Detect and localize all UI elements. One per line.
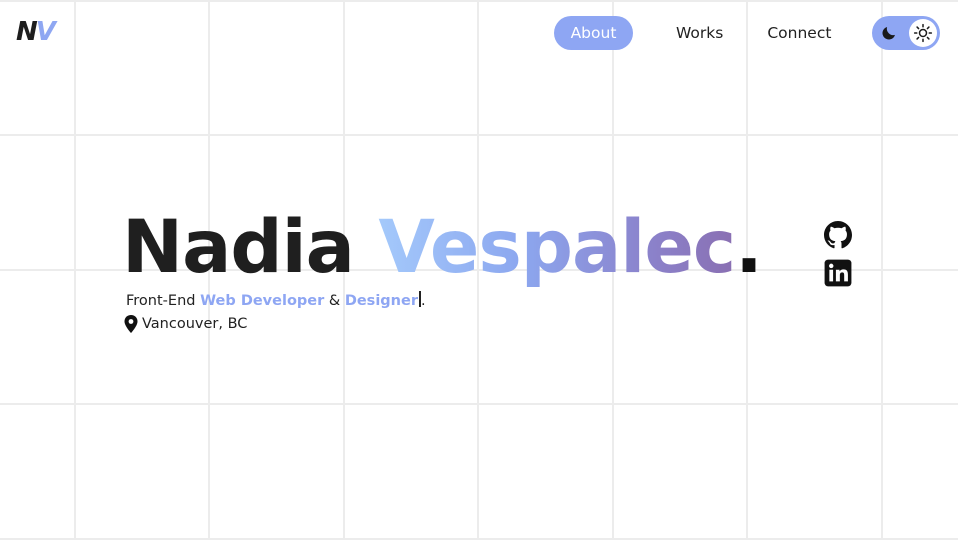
main-nav: About Works Connect	[554, 16, 845, 50]
location: Vancouver, BC	[124, 315, 247, 333]
theme-toggle[interactable]	[872, 16, 940, 50]
hero-first-name: Nadia	[122, 205, 355, 290]
tagline-conjunction: &	[324, 293, 345, 309]
linkedin-icon[interactable]	[824, 259, 852, 287]
moon-icon	[882, 27, 895, 40]
logo-letter-n: N	[16, 17, 38, 47]
hero-period: .	[735, 205, 763, 290]
tagline-end: .	[420, 293, 426, 309]
sun-icon	[913, 23, 933, 43]
github-icon[interactable]	[824, 221, 852, 249]
theme-toggle-knob	[909, 19, 937, 47]
nav-about[interactable]: About	[554, 16, 633, 50]
tagline-role-designer: Designer	[344, 293, 418, 309]
tagline-role-web-developer: Web Developer	[200, 293, 325, 309]
hero-name: Nadia Vespalec.	[122, 198, 763, 298]
tagline: Front-End Web Developer & Designer.	[126, 291, 426, 311]
hero-last-name: Vespalec	[378, 205, 736, 290]
nav-connect[interactable]: Connect	[753, 16, 845, 50]
nav-works[interactable]: Works	[662, 16, 737, 50]
tagline-prefix: Front-End	[126, 293, 201, 309]
logo-letter-v: V	[35, 17, 56, 47]
map-pin-icon	[124, 315, 138, 333]
page: NV About Works Connect Nadia Vespalec. F…	[0, 0, 958, 540]
logo[interactable]: NV	[16, 17, 56, 47]
location-text: Vancouver, BC	[142, 316, 248, 332]
